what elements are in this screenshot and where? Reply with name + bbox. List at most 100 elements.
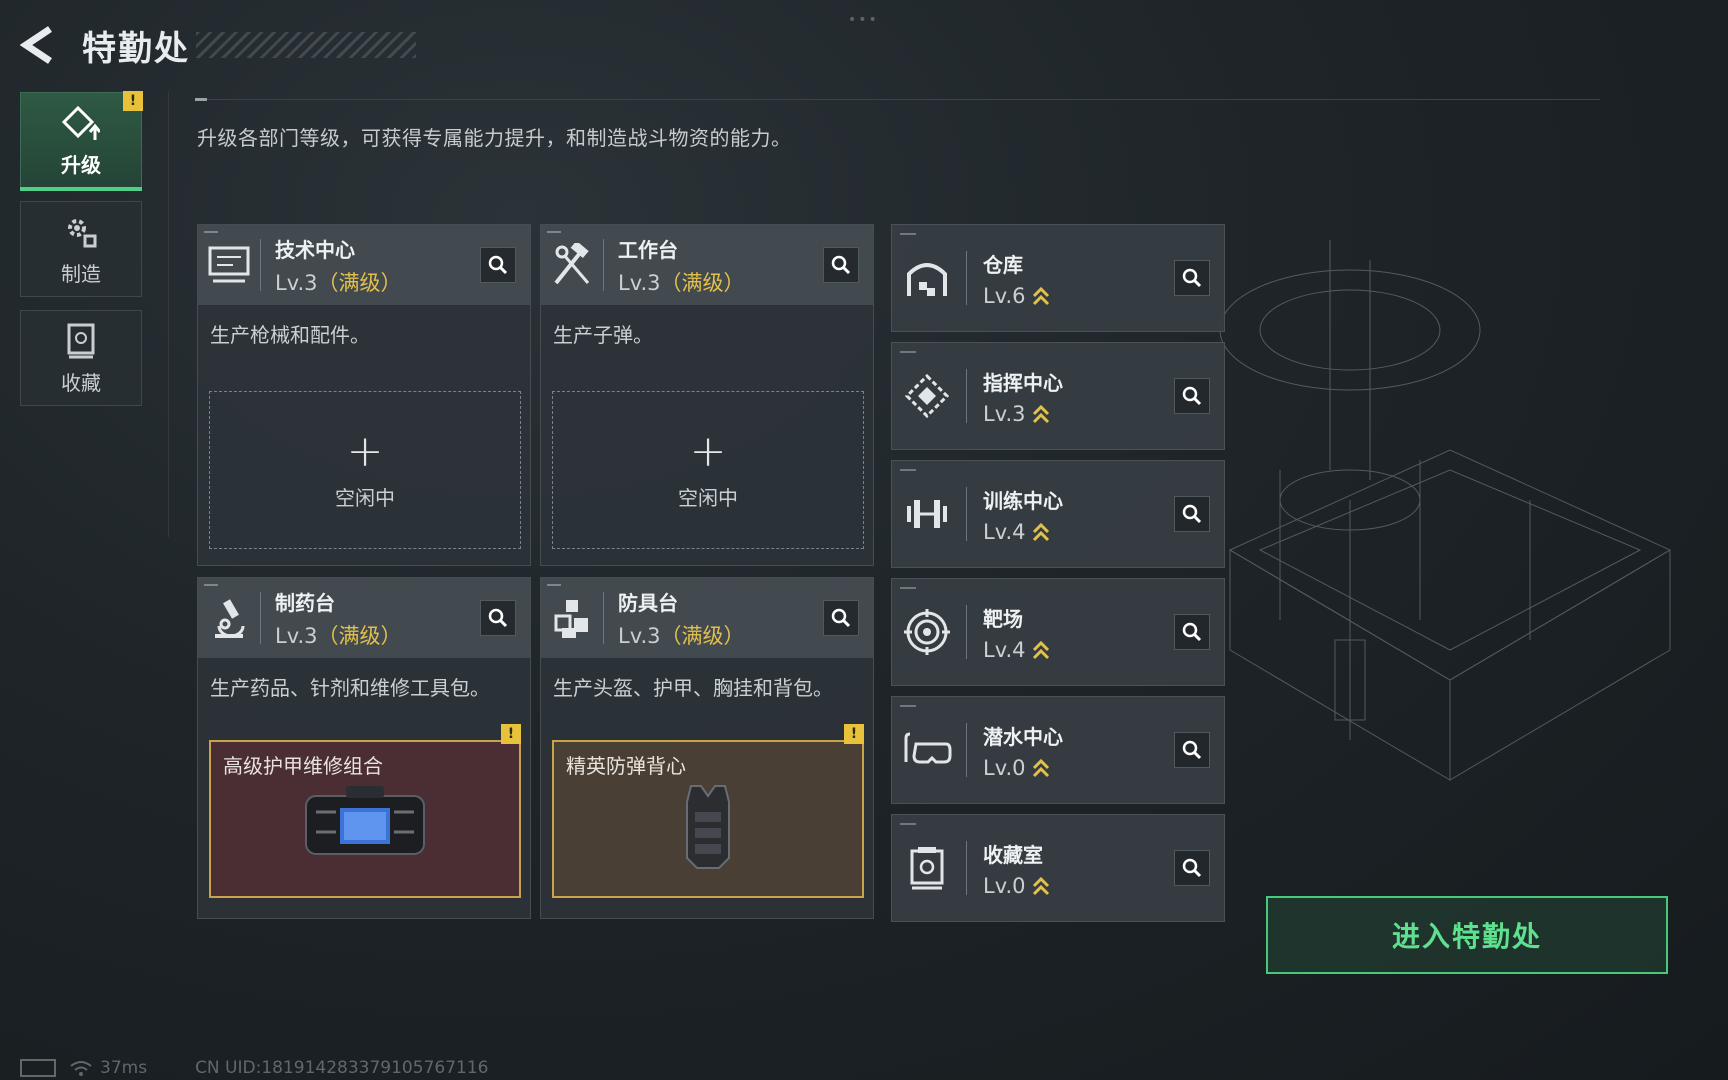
idle-label: 空闲中 xyxy=(335,485,395,510)
diving-mask-icon xyxy=(892,710,962,790)
upgrade-arrows-icon xyxy=(1032,522,1049,541)
facility-level: Lv.6 xyxy=(983,284,1174,308)
collection-room-icon xyxy=(892,828,962,908)
separator xyxy=(603,239,604,291)
top-handle-dots: ••• xyxy=(848,12,879,28)
card-level: Lv.3（满级） xyxy=(275,270,402,295)
ping-value: 37ms xyxy=(100,1058,148,1078)
card-level: Lv.3（满级） xyxy=(618,623,745,648)
crafting-item-slot[interactable]: ! 精英防弹背心 xyxy=(552,724,864,898)
card-workbench: 工作台 Lv.3（满级） 生产子弹。 + 空闲中 xyxy=(540,224,874,566)
idle-production-slot[interactable]: + 空闲中 xyxy=(552,391,864,549)
microscope-icon xyxy=(198,578,260,658)
card-description: 生产药品、针剂和维修工具包。 xyxy=(210,676,490,700)
tab-upgrade[interactable]: ! 升级 xyxy=(20,91,143,191)
card-armor-bench: 防具台 Lv.3（满级） 生产头盔、护甲、胸挂和背包。 ! 精英防弹背心 xyxy=(540,577,874,919)
base-blueprint-art xyxy=(1219,240,1672,781)
separator xyxy=(966,605,967,659)
upgrade-arrows-icon xyxy=(1032,758,1049,777)
facility-name: 指挥中心 xyxy=(983,370,1063,395)
card-title: 工作台 xyxy=(618,237,678,262)
search-icon xyxy=(1182,504,1202,524)
warehouse-icon xyxy=(892,238,962,318)
facility-level: Lv.0 xyxy=(983,874,1174,898)
card-tech-center: 技术中心 Lv.3（满级） 生产枪械和配件。 + 空闲中 xyxy=(197,224,531,566)
idle-production-slot[interactable]: + 空闲中 xyxy=(209,391,521,549)
tools-icon xyxy=(541,225,603,305)
tab-craft[interactable]: 制造 xyxy=(20,201,142,297)
separator xyxy=(966,723,967,777)
item-name: 高级护甲维修组合 xyxy=(223,754,383,778)
page-description: 升级各部门等级，可获得专属能力提升，和制造战斗物资的能力。 xyxy=(197,126,792,150)
separator xyxy=(966,841,967,895)
facility-name: 收藏室 xyxy=(983,842,1043,867)
target-icon xyxy=(892,592,962,672)
armor-repair-kit-image xyxy=(305,786,425,855)
description-divider xyxy=(195,98,1600,101)
search-icon xyxy=(1182,622,1202,642)
card-title: 技术中心 xyxy=(275,237,355,262)
card-title: 制药台 xyxy=(275,590,335,615)
search-button[interactable] xyxy=(823,600,859,636)
upgrade-icon xyxy=(61,103,101,143)
card-header: 技术中心 Lv.3（满级） xyxy=(198,225,530,305)
wifi-icon xyxy=(70,1061,92,1076)
facility-level: Lv.3 xyxy=(983,402,1174,426)
search-button[interactable] xyxy=(480,600,516,636)
search-button[interactable] xyxy=(480,247,516,283)
idle-label: 空闲中 xyxy=(678,485,738,510)
card-level: Lv.3（满级） xyxy=(618,270,745,295)
facility-diving-center: 潜水中心 Lv.0 xyxy=(891,696,1225,804)
alert-badge: ! xyxy=(123,91,143,111)
header: 特勤处 xyxy=(18,20,416,70)
search-button[interactable] xyxy=(1174,732,1210,768)
title-decoration xyxy=(196,32,416,58)
battery-icon xyxy=(20,1059,56,1077)
back-arrow-icon[interactable] xyxy=(18,23,58,67)
separator xyxy=(260,592,261,644)
page-title: 特勤处 xyxy=(82,28,190,69)
facility-level: Lv.4 xyxy=(983,638,1174,662)
separator xyxy=(260,239,261,291)
plus-icon: + xyxy=(689,425,727,477)
enter-button-label: 进入特勤处 xyxy=(1391,920,1542,953)
collection-icon xyxy=(61,321,101,361)
separator xyxy=(966,251,967,305)
search-button[interactable] xyxy=(1174,850,1210,886)
card-header: 制药台 Lv.3（满级） xyxy=(198,578,530,658)
search-icon xyxy=(831,255,851,275)
upgrade-arrows-icon xyxy=(1032,286,1049,305)
facility-collection-room: 收藏室 Lv.0 xyxy=(891,814,1225,922)
search-button[interactable] xyxy=(823,247,859,283)
separator xyxy=(966,369,967,423)
facility-level: Lv.4 xyxy=(983,520,1174,544)
search-button[interactable] xyxy=(1174,496,1210,532)
card-level: Lv.3（满级） xyxy=(275,623,402,648)
search-button[interactable] xyxy=(1174,614,1210,650)
dumbbell-icon xyxy=(892,474,962,554)
search-icon xyxy=(831,608,851,628)
facility-name: 潜水中心 xyxy=(983,724,1063,749)
cubes-icon xyxy=(541,578,603,658)
search-button[interactable] xyxy=(1174,260,1210,296)
enter-special-ops-button[interactable]: 进入特勤处 xyxy=(1266,896,1668,974)
tab-collection[interactable]: 收藏 xyxy=(20,310,142,406)
divider-line xyxy=(168,92,169,537)
status-footer: 37ms CN UID:181914283379105767116 xyxy=(20,1058,488,1078)
alert-badge: ! xyxy=(501,724,521,744)
upgrade-arrows-icon xyxy=(1032,876,1049,895)
crafting-item-slot[interactable]: ! 高级护甲维修组合 xyxy=(209,724,521,898)
upgrade-arrows-icon xyxy=(1032,640,1049,659)
search-icon xyxy=(488,255,508,275)
search-button[interactable] xyxy=(1174,378,1210,414)
sidebar: ! 升级 制造 收藏 xyxy=(20,91,143,419)
upgrade-arrows-icon xyxy=(1032,404,1049,423)
command-center-icon xyxy=(892,356,962,436)
plus-icon: + xyxy=(346,425,384,477)
ballistic-vest-image xyxy=(686,785,730,869)
card-description: 生产枪械和配件。 xyxy=(210,323,370,347)
card-header: 工作台 Lv.3（满级） xyxy=(541,225,873,305)
separator xyxy=(966,487,967,541)
card-description: 生产子弹。 xyxy=(553,323,653,347)
facility-level: Lv.0 xyxy=(983,756,1174,780)
